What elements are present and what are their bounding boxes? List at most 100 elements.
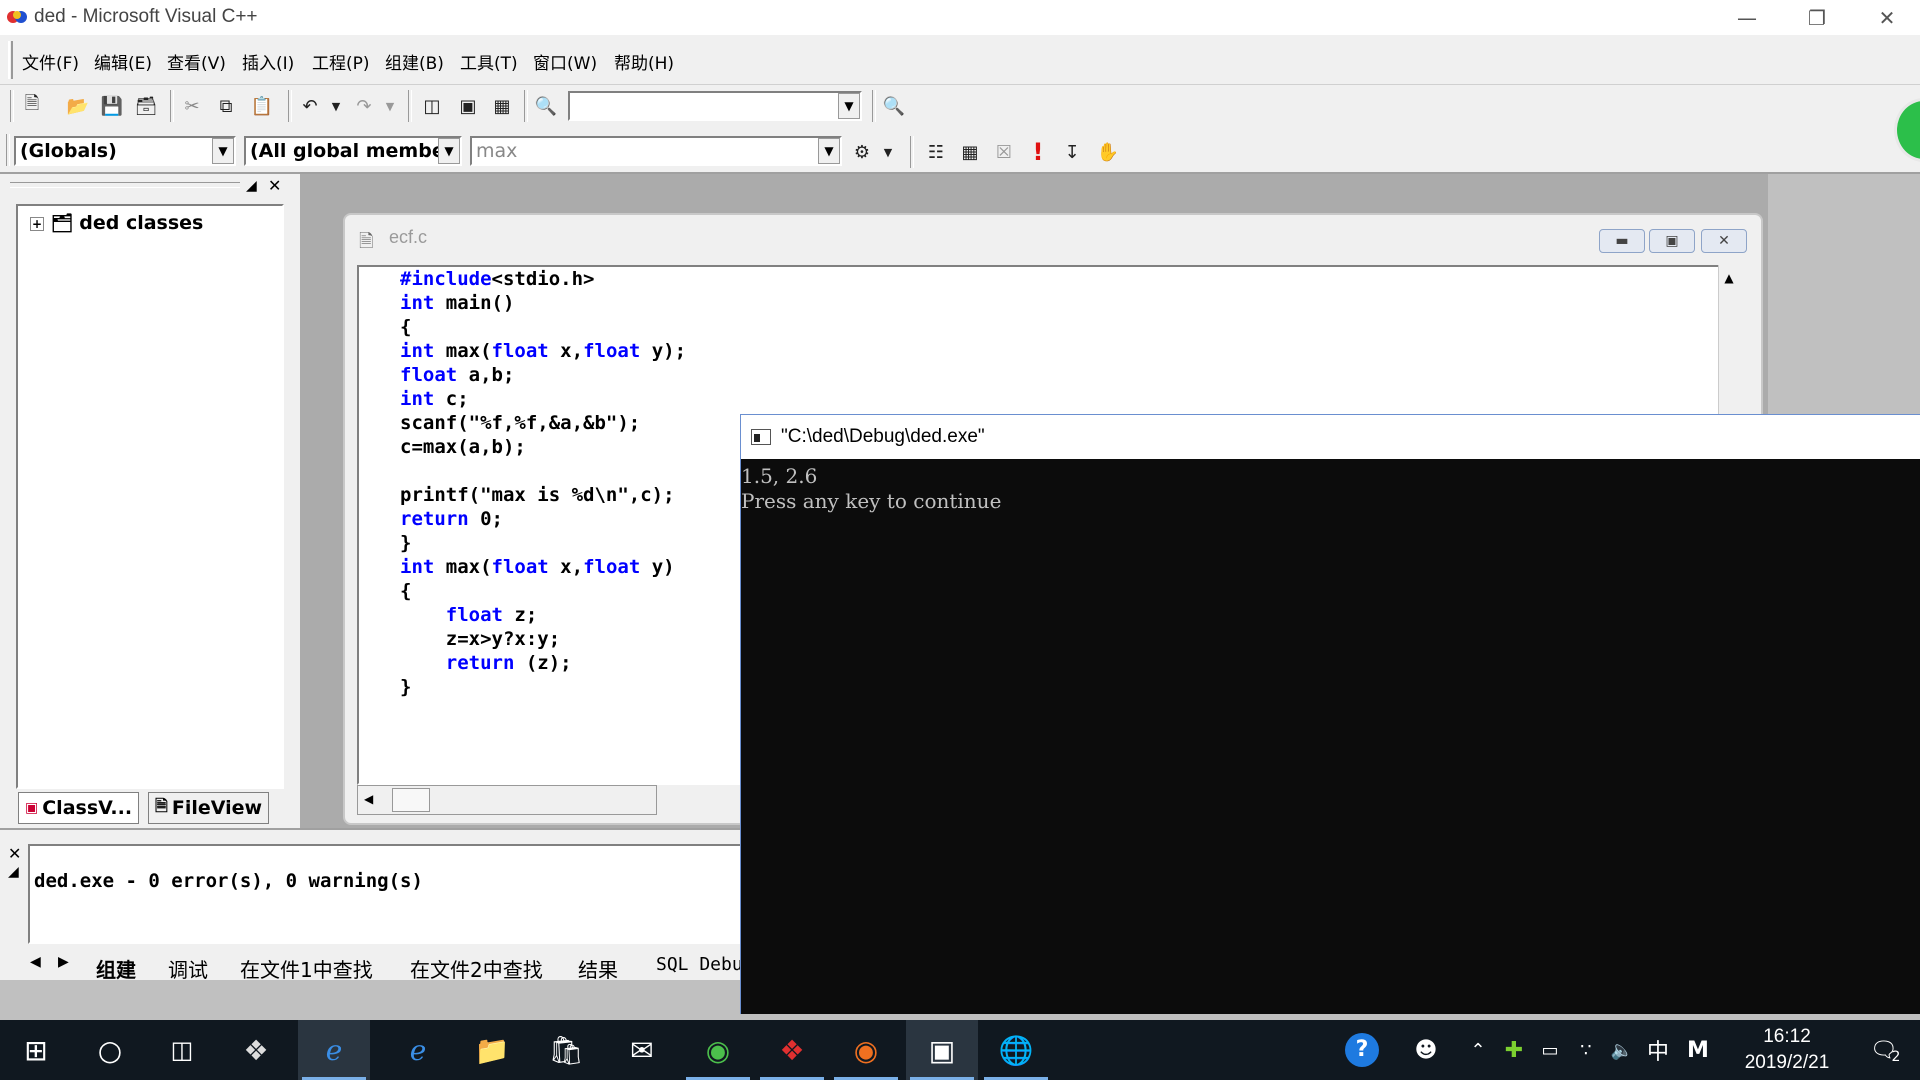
wizard-dropdown-icon[interactable]: ▼ — [874, 138, 902, 166]
class-folder-icon: 🗂 — [50, 213, 74, 234]
find-binoculars-icon[interactable]: 🔍 — [880, 92, 908, 120]
editor-minimize-button[interactable]: ▬ — [1599, 229, 1645, 253]
clock[interactable]: 16:12 2019/2/21 — [1722, 1024, 1852, 1076]
find-combo[interactable]: ▼ — [568, 91, 862, 121]
show-hidden-icons-chevron[interactable]: ⌃ — [1460, 1020, 1496, 1080]
chevron-down-icon[interactable]: ▼ — [838, 93, 860, 119]
restore-button[interactable]: ❐ — [1782, 0, 1852, 35]
search-circle-icon[interactable]: ○ — [74, 1020, 146, 1080]
copy-icon[interactable]: ⧉ — [212, 92, 240, 120]
code-line: int max(float x,float y); — [400, 339, 686, 363]
output-tab-scroll-left-icon[interactable]: ◀ — [30, 954, 41, 970]
expand-icon[interactable]: + — [30, 216, 44, 231]
output-close-icon[interactable]: ✕ — [8, 844, 21, 863]
file-explorer-icon[interactable]: 📁 — [456, 1020, 528, 1080]
output-dock-icon[interactable]: ◢ — [8, 864, 19, 880]
menu-help[interactable]: 帮助(H) — [614, 49, 674, 74]
code-line: printf("max is %d\n",c); — [400, 483, 686, 507]
volume-icon[interactable]: 🔈 — [1604, 1020, 1640, 1080]
undo-icon[interactable]: ↶ — [296, 92, 324, 120]
save-icon[interactable]: 💾 — [98, 92, 126, 120]
tab-find-in-files-1[interactable]: 在文件1中查找 — [240, 954, 373, 983]
notification-center-icon[interactable]: 🗨 2 — [1860, 1020, 1910, 1080]
tab-results[interactable]: 结果 — [578, 954, 618, 983]
menu-insert[interactable]: 插入(I) — [242, 49, 294, 74]
wifi-icon[interactable]: ∵ — [1568, 1020, 1604, 1080]
menu-tools[interactable]: 工具(T) — [460, 49, 518, 74]
pane-dock-icon[interactable]: ◢ — [246, 178, 257, 194]
output-tab-scroll-right-icon[interactable]: ▶ — [58, 954, 69, 970]
open-folder-icon[interactable]: 📂 — [64, 92, 92, 120]
app-icon[interactable]: ❖ — [220, 1020, 292, 1080]
redo-dropdown-icon[interactable]: ▼ — [376, 92, 404, 120]
clock-date: 2019/2/21 — [1744, 1052, 1830, 1073]
menu-view[interactable]: 查看(V) — [167, 49, 226, 74]
tab-build[interactable]: 组建 — [96, 954, 136, 983]
globe-app-icon[interactable]: 🌐 — [980, 1020, 1052, 1080]
go-debug-icon[interactable]: ↧ — [1058, 138, 1086, 166]
menu-project[interactable]: 工程(P) — [312, 49, 370, 74]
battery-icon[interactable]: ▭ — [1532, 1020, 1568, 1080]
chevron-down-icon[interactable]: ▼ — [212, 138, 234, 164]
ime-mode-icon[interactable]: M — [1680, 1020, 1716, 1080]
minimize-button[interactable]: — — [1712, 0, 1782, 35]
scroll-up-icon[interactable]: ▲ — [1721, 271, 1737, 287]
close-button[interactable]: ✕ — [1852, 0, 1920, 35]
tab-sql-debug[interactable]: SQL Debu — [656, 954, 743, 975]
breakpoint-hand-icon[interactable]: ✋ — [1094, 138, 1122, 166]
firefox-icon[interactable]: ◉ — [830, 1020, 902, 1080]
build-icon[interactable]: ▦ — [956, 138, 984, 166]
code-line: scanf("%f,%f,&a,&b"); — [400, 411, 686, 435]
ime-language-indicator[interactable]: 中 — [1640, 1020, 1676, 1080]
mail-icon[interactable]: ✉ — [606, 1020, 678, 1080]
function-combo[interactable]: max ▼ — [470, 136, 842, 166]
save-all-icon[interactable]: 🗃 — [132, 92, 160, 120]
menu-file[interactable]: 文件(F) — [22, 49, 79, 74]
pane-close-icon[interactable]: ✕ — [268, 176, 281, 195]
scroll-thumb[interactable] — [392, 788, 430, 812]
cut-icon[interactable]: ✂ — [178, 92, 206, 120]
new-file-icon[interactable]: 🗎 — [18, 92, 46, 120]
visual-cpp-taskbar-icon[interactable]: ❖ — [756, 1020, 828, 1080]
horizontal-scrollbar[interactable]: ◀ — [357, 785, 657, 815]
tab-debug[interactable]: 调试 — [168, 954, 208, 983]
help-icon[interactable]: ? — [1340, 1020, 1384, 1080]
browser-360-icon[interactable]: ◉ — [682, 1020, 754, 1080]
window-list-icon[interactable]: ▦ — [488, 92, 516, 120]
wizard-action-icon[interactable]: ⚙ — [848, 138, 876, 166]
editor-maximize-button[interactable]: ▣ — [1649, 229, 1695, 253]
console-taskbar-icon[interactable]: ▣ — [906, 1020, 978, 1080]
editor-close-button[interactable]: ✕ — [1701, 229, 1747, 253]
store-icon[interactable]: 🛍 — [530, 1020, 602, 1080]
find-in-files-icon[interactable]: 🔍 — [532, 92, 560, 120]
output-toggle-icon[interactable]: ▣ — [454, 92, 482, 120]
undo-dropdown-icon[interactable]: ▼ — [322, 92, 350, 120]
redo-icon[interactable]: ↷ — [350, 92, 378, 120]
tab-find-in-files-2[interactable]: 在文件2中查找 — [410, 954, 543, 983]
people-icon[interactable]: ☻ — [1406, 1020, 1446, 1080]
tab-classview[interactable]: ▣ ClassV... — [18, 792, 140, 824]
scroll-left-icon[interactable]: ◀ — [364, 792, 373, 806]
workspace-toggle-icon[interactable]: ◫ — [418, 92, 446, 120]
stop-build-icon[interactable]: ☒ — [990, 138, 1018, 166]
ie-browser-icon[interactable]: ℯ — [298, 1020, 370, 1080]
class-combo[interactable]: (Globals) ▼ — [14, 136, 236, 166]
execute-icon[interactable]: ! — [1024, 138, 1052, 166]
task-view-icon[interactable]: ◫ — [146, 1020, 218, 1080]
chevron-down-icon[interactable]: ▼ — [438, 138, 460, 164]
start-windows-icon[interactable]: ⊞ — [0, 1020, 72, 1080]
menu-window[interactable]: 窗口(W) — [533, 49, 597, 74]
tab-fileview[interactable]: 🗎 FileView — [148, 792, 270, 824]
class-tree[interactable]: + 🗂 ded classes — [16, 204, 284, 789]
menu-edit[interactable]: 编辑(E) — [94, 49, 152, 74]
tray-app-plus-icon[interactable]: ✚ — [1496, 1020, 1532, 1080]
menu-build[interactable]: 组建(B) — [385, 49, 444, 74]
tree-root-item[interactable]: + 🗂 ded classes — [30, 212, 203, 234]
members-combo[interactable]: (All global members ▼ — [244, 136, 462, 166]
edge-browser-icon[interactable]: ℯ — [382, 1020, 454, 1080]
paste-icon[interactable]: 📋 — [248, 92, 276, 120]
compile-icon[interactable]: ☷ — [922, 138, 950, 166]
console-window[interactable]: "C:\ded\Debug\ded.exe" 1.5, 2.6 Press an… — [740, 414, 1920, 1014]
chevron-down-icon[interactable]: ▼ — [818, 138, 840, 164]
